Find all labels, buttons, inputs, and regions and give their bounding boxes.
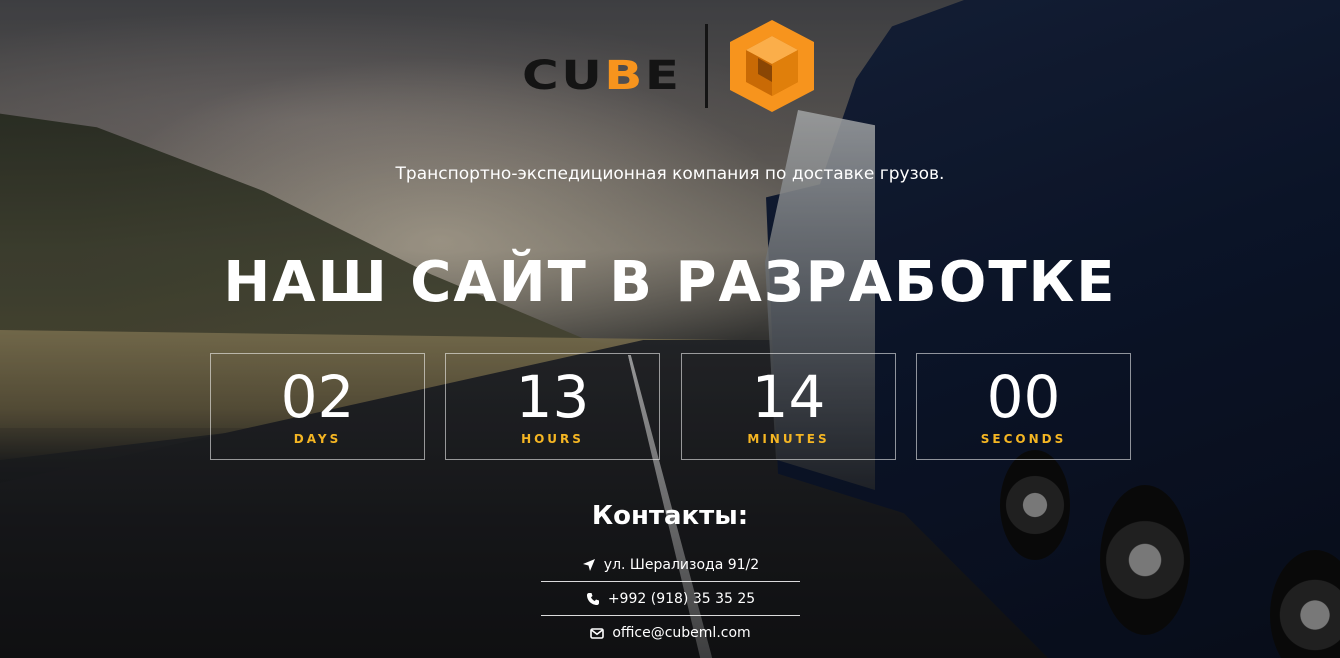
logo-wordmark: CUBE (522, 56, 682, 96)
countdown-hours-value: 13 (515, 363, 590, 431)
countdown-hours: 13 HOURS (445, 353, 660, 460)
contact-list: ул. Шерализода 91/2 +992 (918) 35 35 25 … (541, 548, 800, 649)
logo-divider (705, 24, 708, 108)
contact-phone-text[interactable]: +992 (918) 35 35 25 (608, 591, 755, 607)
countdown-seconds: 00 SECONDS (916, 353, 1131, 460)
contacts-title: Контакты: (591, 501, 749, 531)
contact-phone[interactable]: +992 (918) 35 35 25 (541, 582, 800, 615)
phone-icon (586, 592, 599, 605)
page-title: НАШ САЙТ В РАЗРАБОТКЕ (223, 250, 1117, 315)
envelope-icon (590, 627, 605, 639)
landing-page: CUBE Транспортно-экспедиционная компания… (0, 0, 1340, 658)
countdown-minutes-label: MINUTES (747, 432, 830, 446)
logo-text-b: B (604, 53, 645, 99)
countdown-minutes: 14 MINUTES (681, 353, 896, 460)
logo-text-e: E (644, 53, 682, 99)
logo-text-cu: CU (522, 53, 605, 99)
brand-logo[interactable]: CUBE (522, 18, 822, 114)
countdown-timer: 02 DAYS 13 HOURS 14 MINUTES 00 SECONDS (210, 353, 1131, 460)
company-tagline: Транспортно-экспедиционная компания по д… (395, 164, 945, 184)
countdown-hours-label: HOURS (521, 432, 584, 446)
cube-logo-icon (730, 20, 814, 112)
countdown-seconds-value: 00 (986, 363, 1061, 431)
main-content: CUBE Транспортно-экспедиционная компания… (0, 0, 1340, 658)
location-arrow-icon (582, 558, 595, 571)
contact-address-text: ул. Шерализода 91/2 (603, 556, 760, 573)
countdown-days: 02 DAYS (210, 353, 425, 460)
countdown-days-label: DAYS (293, 432, 342, 446)
contact-email[interactable]: office@cubeml.com (541, 616, 800, 649)
countdown-minutes-value: 14 (751, 363, 826, 431)
countdown-days-value: 02 (280, 363, 355, 431)
countdown-seconds-label: SECONDS (980, 432, 1067, 446)
contact-email-text[interactable]: office@cubeml.com (612, 625, 750, 641)
contact-address: ул. Шерализода 91/2 (541, 548, 800, 581)
